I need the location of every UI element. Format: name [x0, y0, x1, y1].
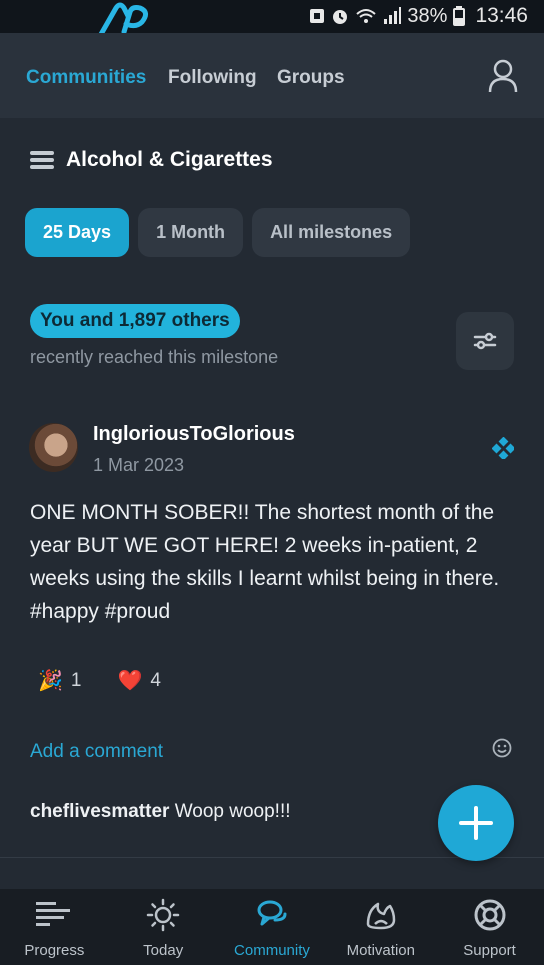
reaction-count: 4: [150, 669, 161, 691]
battery-icon: [453, 6, 466, 26]
sliders-icon: [473, 332, 497, 350]
new-post-button[interactable]: [438, 785, 514, 861]
nav-progress[interactable]: Progress: [0, 889, 109, 965]
heart-icon: ❤️: [117, 670, 143, 692]
filter-25-days[interactable]: 25 Days: [25, 208, 130, 257]
user-icon[interactable]: [488, 59, 518, 93]
filter-1-month[interactable]: 1 Month: [138, 208, 244, 257]
status-bar: 38% 13:46: [0, 0, 544, 38]
post-body: ONE MONTH SOBER!! The shortest month of …: [30, 501, 500, 623]
milestone-subtitle: recently reached this milestone: [30, 347, 279, 367]
alarm-icon: [333, 10, 348, 24]
feed-title: Alcohol & Cigarettes: [66, 148, 273, 171]
signal-icon: [384, 7, 402, 24]
comment: cheflivesmatter Woop woop!!!: [30, 801, 291, 823]
filter-settings-button[interactable]: [456, 312, 514, 370]
nav-label: Progress: [24, 942, 85, 959]
reactions: 🎉 1 ❤️ 4: [38, 668, 197, 693]
nav-label: Motivation: [346, 942, 415, 959]
nav-community[interactable]: Community: [218, 889, 327, 965]
nav-support[interactable]: Support: [435, 889, 544, 965]
tab-following[interactable]: Following: [168, 67, 257, 89]
notification-icon: [310, 9, 325, 23]
wifi-icon: [356, 9, 377, 23]
status-clock: 13:46: [475, 4, 528, 27]
community-icon: [257, 900, 287, 926]
progress-icon: [36, 902, 71, 926]
tab-communities[interactable]: Communities: [26, 67, 146, 89]
reaction-party[interactable]: 🎉 1: [38, 668, 81, 693]
tab-groups[interactable]: Groups: [277, 67, 345, 89]
motivation-icon: [366, 902, 396, 930]
reaction-heart[interactable]: ❤️ 4: [117, 668, 160, 693]
feed-header: Alcohol & Cigarettes: [30, 148, 273, 172]
nav-label: Community: [234, 942, 310, 959]
nav-motivation[interactable]: Motivation: [326, 889, 435, 965]
top-nav: Communities Following Groups: [0, 33, 544, 118]
battery-percentage: 38%: [407, 4, 448, 27]
avatar[interactable]: [29, 423, 78, 472]
milestone-filters: 25 Days 1 Month All milestones: [25, 208, 411, 257]
comment-author[interactable]: cheflivesmatter: [30, 801, 169, 822]
comment-text: Woop woop!!!: [174, 801, 291, 822]
party-popper-icon: 🎉: [38, 670, 63, 692]
plus-icon: [459, 806, 493, 840]
bottom-nav: Progress Today Community Motivation Supp…: [0, 889, 544, 965]
reaction-count: 1: [70, 669, 82, 691]
sun-icon: [146, 898, 180, 932]
post-options-icon[interactable]: [492, 437, 514, 459]
menu-icon[interactable]: [30, 151, 54, 169]
smiley-icon[interactable]: [492, 738, 512, 758]
nav-label: Support: [463, 942, 516, 959]
post-author[interactable]: IngloriousToGlorious: [93, 423, 295, 446]
add-comment-link[interactable]: Add a comment: [30, 741, 163, 763]
post-date: 1 Mar 2023: [93, 455, 185, 475]
nav-today[interactable]: Today: [109, 889, 218, 965]
milestone-badge: You and 1,897 others: [30, 304, 240, 338]
filter-all-milestones[interactable]: All milestones: [252, 208, 411, 257]
nav-label: Today: [143, 942, 184, 959]
lifebuoy-icon: [474, 899, 506, 931]
